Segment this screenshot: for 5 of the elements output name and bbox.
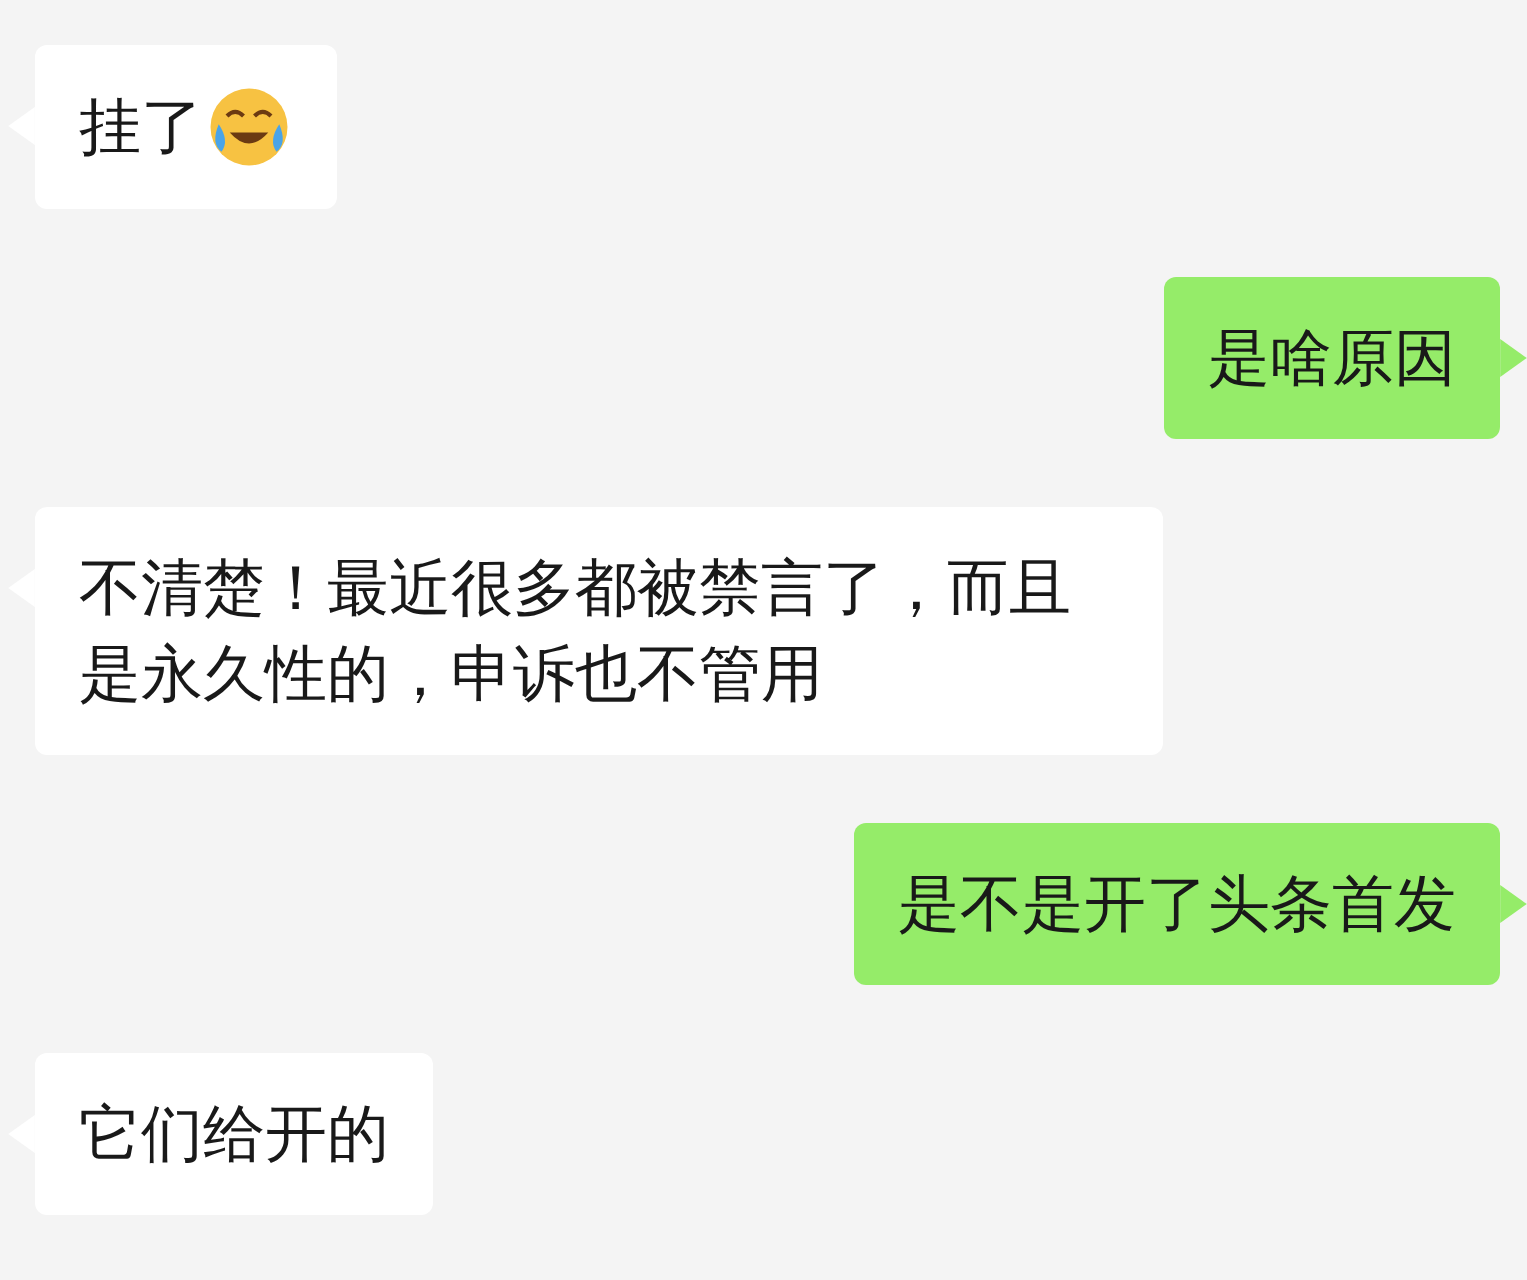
message-text: 不清楚！最近很多都被禁言了，而且是永久性的，申诉也不管用 — [79, 550, 1072, 712]
message-text: 挂了 — [79, 89, 203, 165]
message-text: 是不是开了头条首发 — [898, 866, 1456, 942]
message-text: 是啥原因 — [1208, 320, 1456, 396]
message-text: 它们给开的 — [79, 1096, 389, 1172]
